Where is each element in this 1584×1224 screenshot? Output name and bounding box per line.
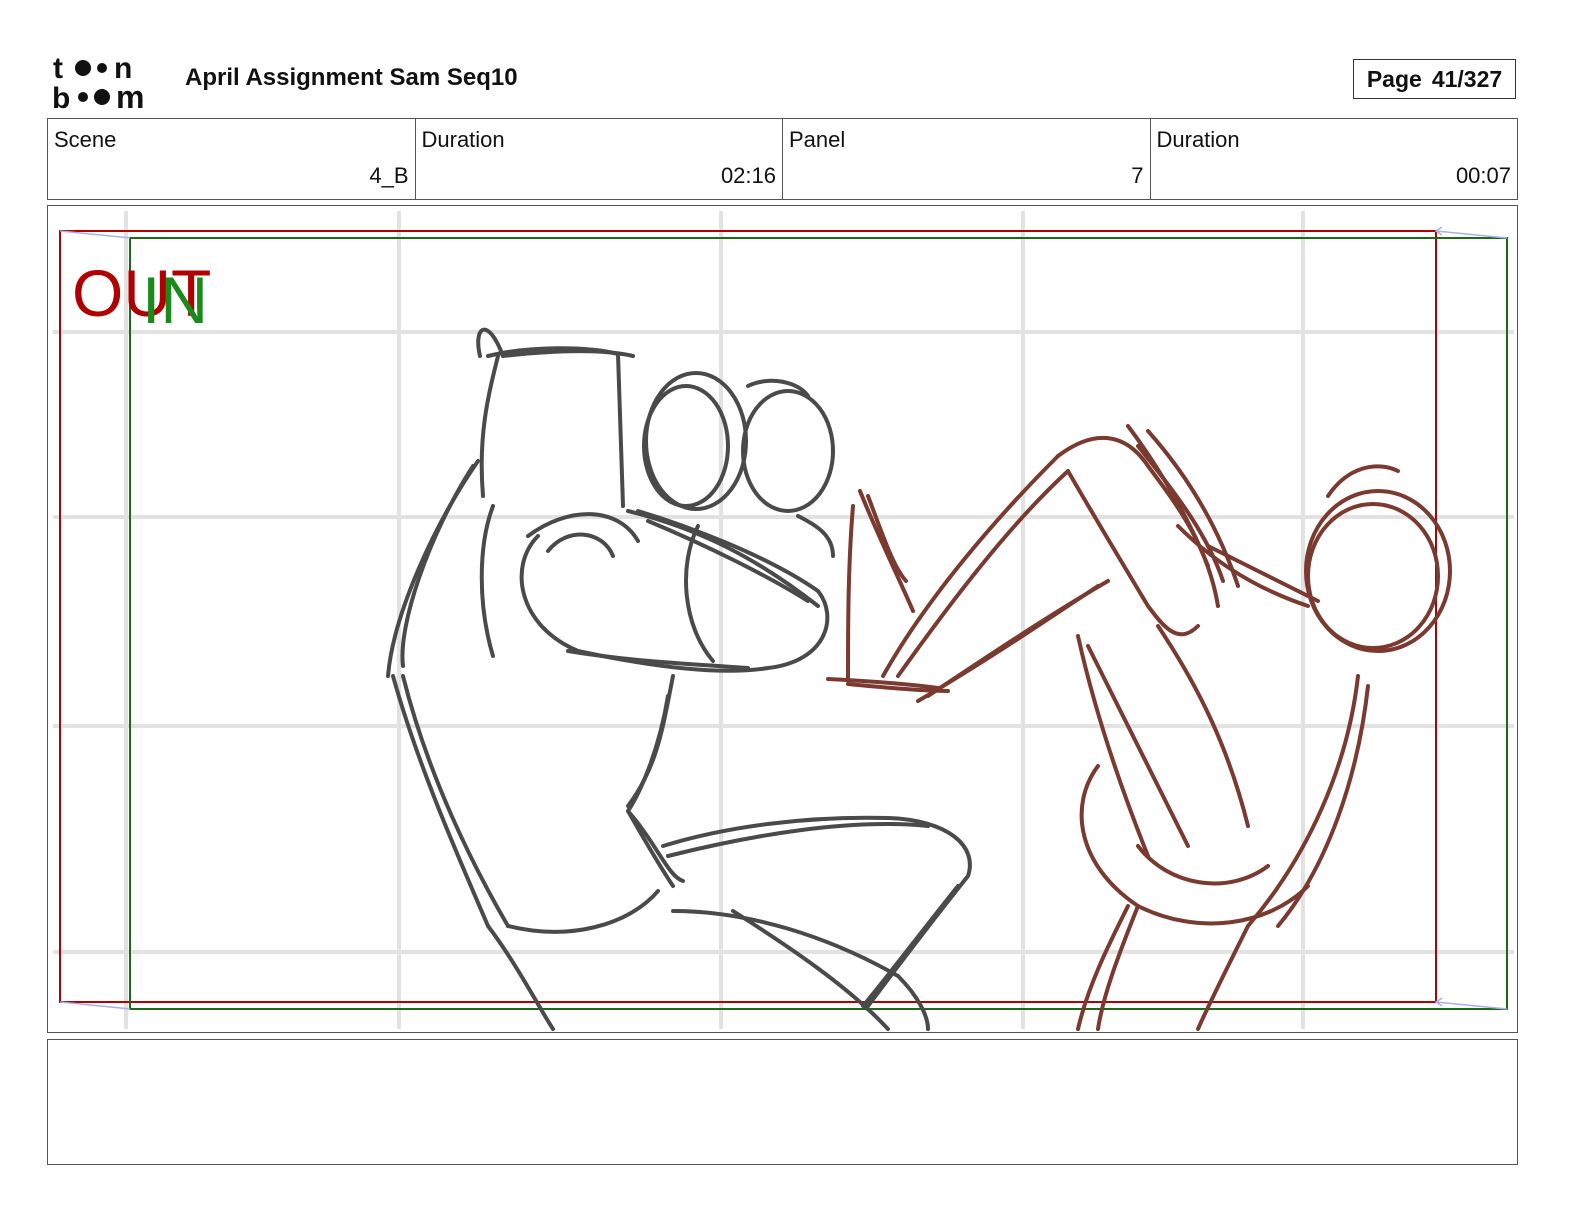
page-number: 41/327 bbox=[1431, 65, 1503, 92]
storyboard-panel: OUT IN bbox=[47, 205, 1518, 1033]
scene-value: 4_B bbox=[369, 163, 409, 188]
in-label: IN bbox=[142, 263, 208, 337]
page-indicator: Page 41/327 bbox=[1353, 59, 1516, 99]
camera-move-arrows bbox=[59, 226, 1508, 1010]
toonboom-logo: t n b m bbox=[50, 50, 165, 115]
svg-text:t: t bbox=[53, 52, 63, 85]
panel-duration-cell: Duration 00:07 bbox=[1151, 119, 1518, 199]
svg-text:m: m bbox=[116, 79, 144, 112]
document-title: April Assignment Sam Seq10 bbox=[185, 64, 518, 91]
panel-value: 7 bbox=[1131, 163, 1144, 188]
panel-duration-label: Duration bbox=[1156, 127, 1240, 152]
panel-drawing: OUT IN bbox=[53, 211, 1514, 1031]
scene-duration-label: Duration bbox=[421, 127, 505, 152]
scene-info-table: Scene 4_B Duration 02:16 Panel 7 Duratio… bbox=[47, 118, 1518, 200]
page-label: Page bbox=[1366, 65, 1422, 92]
scene-cell: Scene 4_B bbox=[48, 119, 416, 199]
out-frame bbox=[59, 230, 1437, 1003]
panel-duration-value: 00:07 bbox=[1455, 163, 1511, 188]
svg-text:b: b bbox=[52, 82, 70, 112]
panel-cell: Panel 7 bbox=[783, 119, 1151, 199]
scene-label: Scene bbox=[54, 127, 117, 152]
panel-caption-area bbox=[47, 1039, 1518, 1165]
scene-duration-cell: Duration 02:16 bbox=[416, 119, 783, 199]
panel-label: Panel bbox=[789, 127, 846, 152]
left-figure-sketch bbox=[386, 327, 972, 1031]
scene-duration-value: 02:16 bbox=[720, 163, 776, 188]
